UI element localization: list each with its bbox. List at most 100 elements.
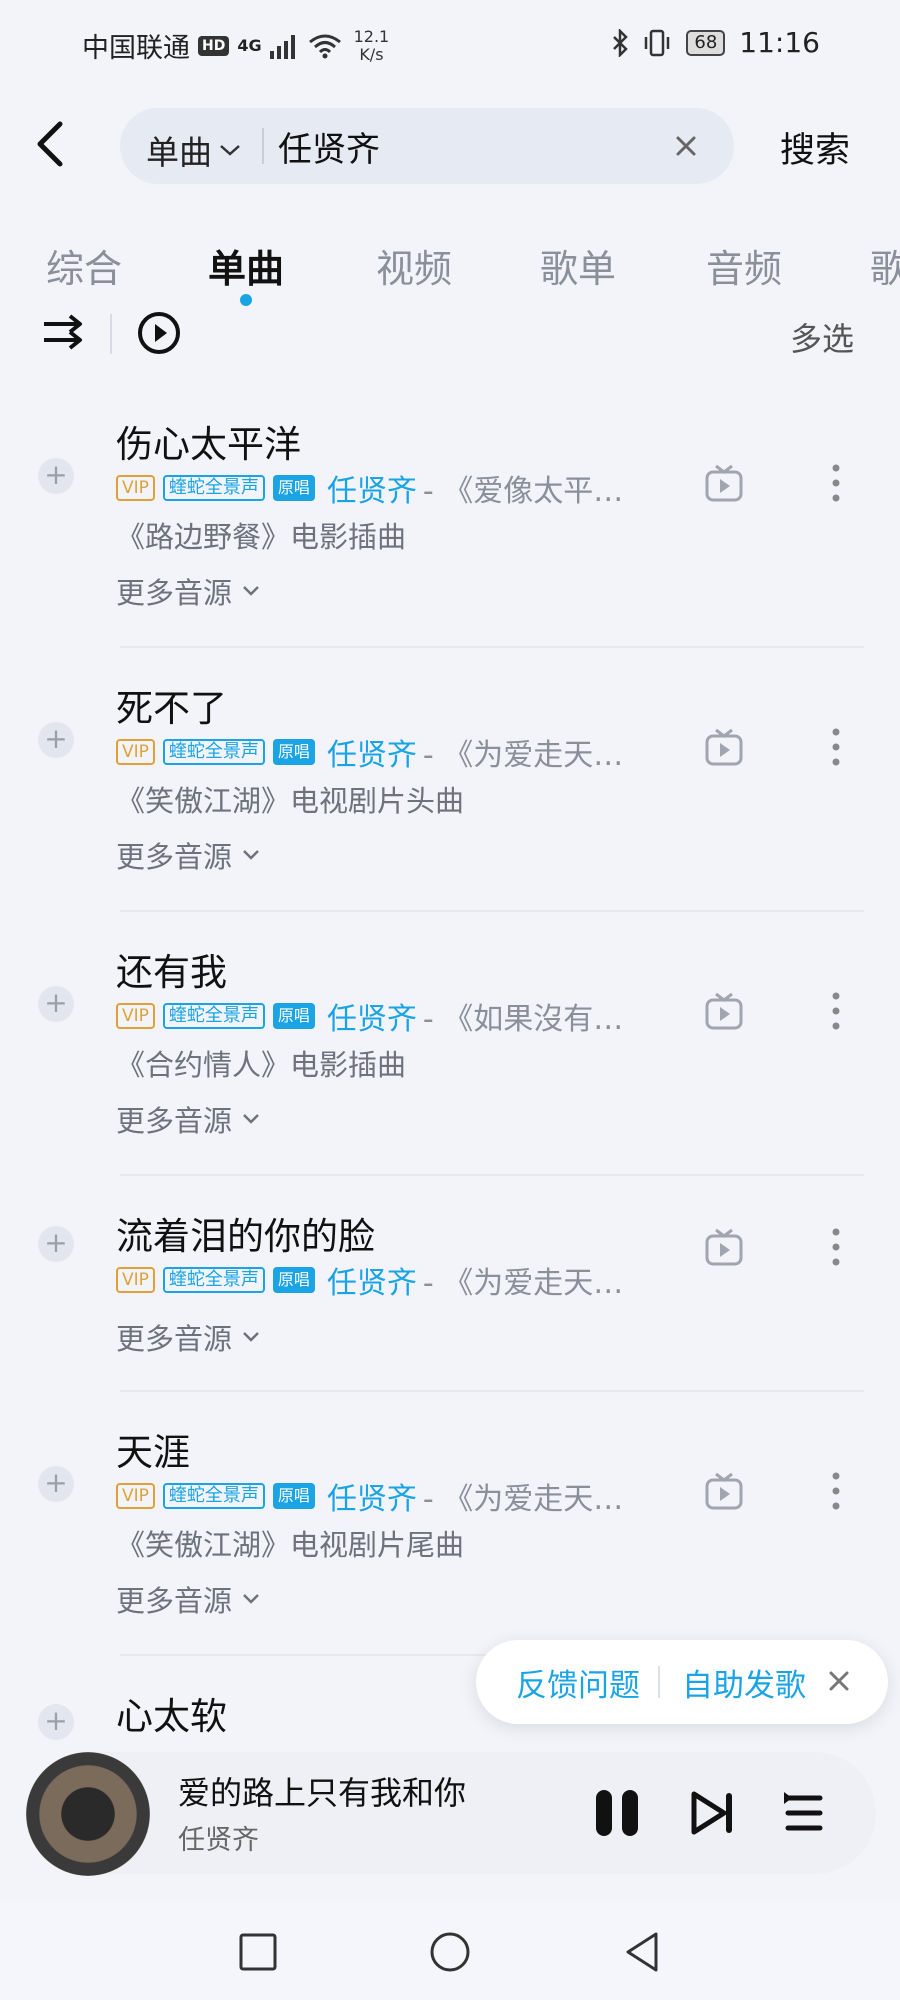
add-icon[interactable]: + [38,1226,74,1262]
artist-name[interactable]: 任贤齐 [327,1474,417,1518]
tab-all[interactable]: 综合 [46,238,122,293]
tab-songs[interactable]: 单曲 [208,238,284,293]
search-input[interactable] [278,122,658,170]
network-type: 4G [237,36,262,55]
tab-playlists[interactable]: 歌单 [540,238,616,293]
tab-audio[interactable]: 音频 [706,238,782,293]
more-sources-label: 更多音源 [116,1104,233,1138]
mv-icon[interactable] [704,1228,744,1268]
original-badge: 原唱 [272,1267,315,1293]
multi-select-button[interactable]: 多选 [790,314,854,360]
more-sources-toggle[interactable]: 更多音源 [116,570,260,612]
shuffle-icon[interactable] [40,310,86,354]
wifi-icon [308,34,341,58]
more-menu-icon[interactable] [826,1226,846,1268]
sound-quality-badge: 蝰蛇全景声 [162,1003,265,1029]
hd-badge: HD [198,35,230,56]
more-sources-toggle[interactable]: 更多音源 [116,1578,260,1620]
album-name: - 《如果沒有… [422,1002,624,1037]
net-speed-unit: K/s [359,44,384,64]
home-icon[interactable] [428,1930,472,1974]
list-divider [120,646,864,648]
song-meta: VIP 蝰蛇全景声 原唱 任贤齐 - 《如果沒有… [116,994,633,1038]
sound-quality-badge: 蝰蛇全景声 [162,1483,265,1509]
search-button[interactable]: 搜索 [780,122,850,173]
album-name: - 《为爱走天… [422,738,624,773]
album-name: - 《爱像太平… [422,474,624,509]
now-playing-artist: 任贤齐 [178,1825,259,1856]
artist-name[interactable]: 任贤齐 [327,1258,417,1302]
add-icon[interactable]: + [38,1704,74,1740]
song-meta: VIP 蝰蛇全景声 原唱 任贤齐 - 《爱像太平… [116,466,633,510]
album-name: - 《为爱走天… [422,1266,624,1301]
status-bar: 中国联通 HD 4G 12.1 K/s 68 11:16 [0,0,900,92]
add-icon[interactable]: + [38,722,74,758]
mv-icon[interactable] [704,1472,744,1512]
report-issue-button[interactable]: 反馈问题 [516,1660,640,1705]
more-sources-label: 更多音源 [116,576,233,610]
more-sources-label: 更多音源 [116,1322,233,1356]
net-speed: 12.1 K/s [354,27,390,64]
add-icon[interactable]: + [38,986,74,1022]
search-divider [262,128,264,164]
more-menu-icon[interactable] [826,462,846,504]
song-meta: VIP 蝰蛇全景声 原唱 任贤齐 - 《为爱走天… [116,1258,633,1302]
sound-quality-badge: 蝰蛇全景声 [162,739,265,765]
self-publish-button[interactable]: 自助发歌 [682,1660,806,1705]
sound-quality-badge: 蝰蛇全景声 [162,475,265,501]
mv-icon[interactable] [704,464,744,504]
song-title: 流着泪的你的脸 [116,1215,375,1258]
recent-apps-icon[interactable] [236,1930,280,1974]
pause-icon[interactable] [592,1786,642,1840]
album-cover[interactable] [26,1752,150,1876]
clear-icon[interactable] [668,128,704,164]
more-sources-toggle[interactable]: 更多音源 [116,1316,260,1358]
play-all-icon[interactable] [136,310,182,356]
search-box[interactable]: 单曲 [120,108,734,184]
chevron-down-icon [243,850,259,860]
artist-name[interactable]: 任贤齐 [327,994,417,1038]
back-nav-icon[interactable] [620,1930,664,1974]
album-name: - 《为爱走天… [422,1482,624,1517]
vibrate-icon [645,29,670,56]
vip-badge: VIP [116,1483,155,1509]
mini-player[interactable]: 爱的路上只有我和你 任贤齐 [26,1752,876,1876]
add-icon[interactable]: + [38,1466,74,1502]
sound-quality-badge: 蝰蛇全景声 [162,1267,265,1293]
song-description: 《笑傲江湖》电视剧片尾曲 [116,1528,465,1562]
vip-badge: VIP [116,1003,155,1029]
vip-badge: VIP [116,739,155,765]
chevron-down-icon [243,1114,259,1124]
more-menu-icon[interactable] [826,726,846,768]
song-meta: VIP 蝰蛇全景声 原唱 任贤齐 - 《为爱走天… [116,1474,633,1518]
next-track-icon[interactable] [688,1788,736,1838]
song-title: 死不了 [116,687,227,730]
more-menu-icon[interactable] [826,1470,846,1512]
song-description: 《合约情人》电影插曲 [116,1048,407,1082]
bluetooth-icon [613,28,629,57]
tab-lyrics[interactable]: 歌 [870,238,900,293]
feedback-bar: 反馈问题 自助发歌 [476,1640,888,1724]
list-divider [120,1174,864,1176]
add-icon[interactable]: + [38,458,74,494]
playlist-icon[interactable] [782,1790,826,1836]
more-sources-label: 更多音源 [116,1584,233,1618]
search-type-dropdown[interactable]: 单曲 [146,126,242,174]
more-sources-toggle[interactable]: 更多音源 [116,834,260,876]
mv-icon[interactable] [704,992,744,1032]
original-badge: 原唱 [272,1003,315,1029]
more-menu-icon[interactable] [826,990,846,1032]
more-sources-label: 更多音源 [116,840,233,874]
now-playing-title: 爱的路上只有我和你 [178,1774,467,1812]
back-arrow-icon[interactable] [30,118,74,170]
mv-icon[interactable] [704,728,744,768]
original-badge: 原唱 [272,739,315,765]
system-nav-bar [0,1900,900,2000]
artist-name[interactable]: 任贤齐 [327,730,417,774]
artist-name[interactable]: 任贤齐 [327,466,417,510]
chevron-down-icon [243,586,259,596]
tab-videos[interactable]: 视频 [376,238,452,293]
status-left: 中国联通 HD 4G 12.1 K/s [82,26,389,65]
more-sources-toggle[interactable]: 更多音源 [116,1098,260,1140]
close-icon[interactable] [824,1666,854,1696]
